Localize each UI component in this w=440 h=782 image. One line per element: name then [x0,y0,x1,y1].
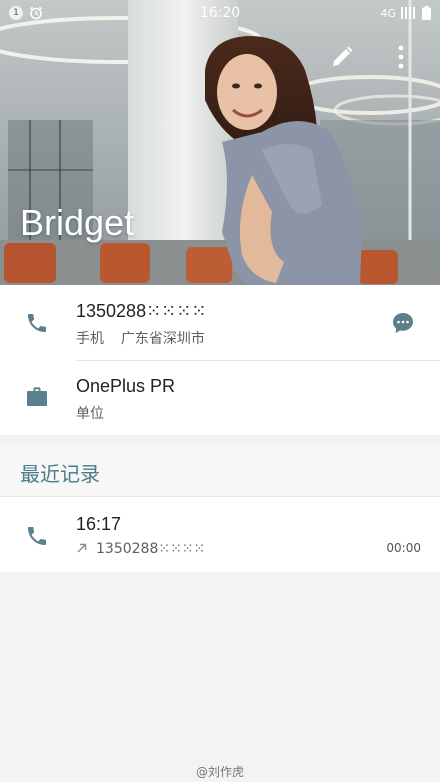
contact-name: Bridget [20,202,135,243]
more-vert-icon[interactable] [397,45,405,69]
status-time: 16:20 [199,5,241,21]
recent-call-number: 1350288⁙⁙⁙⁙ [96,541,206,557]
recent-call-card[interactable]: 16:17 1350288⁙⁙⁙⁙ [0,496,440,572]
phone-row[interactable]: 1350288⁙⁙⁙⁙ 手机 广东省深圳市 [0,285,440,360]
phone-label: 手机 [76,331,104,347]
recent-section-title: 最近记录 [20,462,100,486]
recent-call-time: 16:17 [76,514,122,534]
company-name: OnePlus PR [76,376,176,396]
phone-icon [28,314,46,332]
battery-icon [422,6,431,20]
signal-strength-icon [401,7,415,19]
company-row[interactable]: OnePlus PR 单位 [0,361,440,435]
phone-icon [28,527,46,545]
phone-meta: 手机 广东省深圳市 [76,328,205,348]
network-type: 4G [380,6,396,20]
briefcase-icon [27,387,47,406]
phone-number: 1350288⁙⁙⁙⁙ [76,301,207,321]
message-icon[interactable] [391,311,415,335]
outgoing-arrow-icon [77,543,87,553]
pencil-icon[interactable] [331,46,353,68]
watermark: @刘作虎 [195,765,244,779]
phone-location: 广东省深圳市 [120,331,205,347]
company-label: 单位 [76,406,104,422]
contact-details-card: 1350288⁙⁙⁙⁙ 手机 广东省深圳市 OnePlus PR 单位 [0,285,440,435]
contact-header-photo: 1 16:20 4G Bridget [0,0,440,285]
recent-call-duration: 00:00 [386,541,421,555]
status-bar: 1 16:20 4G [0,0,440,28]
